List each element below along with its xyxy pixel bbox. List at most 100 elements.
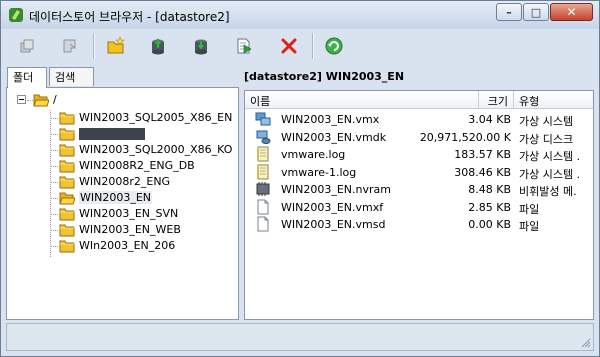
tree-root-label: / <box>53 93 57 106</box>
file-size: 20,971,520.00 K <box>419 130 511 144</box>
folder-icon <box>59 128 75 141</box>
tree-item[interactable]: WIN2003_SQL2000_X86_KO <box>35 142 235 158</box>
tree-item-label: WIN2003_EN_SVN <box>79 207 179 220</box>
download-button[interactable] <box>58 34 82 58</box>
file-type: 비휘발성 메. <box>519 185 577 198</box>
toolbar <box>6 29 594 65</box>
nvram-icon <box>256 182 270 196</box>
tree-item-label: WIN2003_EN <box>79 191 153 204</box>
folder-tree[interactable]: / WIN2003_SQL2005_X86_EN WIN2003_SQL2000_… <box>6 87 239 320</box>
tree-item[interactable]: WIN2003_EN <box>35 190 235 206</box>
status-bar <box>6 323 594 351</box>
tree-item-label: WIN2008r2_ENG <box>79 175 171 188</box>
folder-icon <box>59 208 75 221</box>
log-file-icon <box>257 146 269 162</box>
folder-icon <box>59 160 75 173</box>
download-from-datastore-icon <box>195 39 207 55</box>
folder-icon <box>59 224 75 237</box>
file-type: 파일 <box>519 220 540 233</box>
file-row[interactable]: WIN2003_EN.vmxf 2.85 KB 파일 <box>245 199 593 216</box>
file-type: 파일 <box>519 202 540 216</box>
toolbar-separator <box>93 33 95 59</box>
new-folder-button[interactable] <box>104 34 128 58</box>
download-from-datastore-button[interactable] <box>189 34 213 58</box>
datastore-browser-window: 데이터스토어 브라우저 - [datastore2] – □ ✕ 폴더 검색 /… <box>0 0 600 357</box>
close-icon: ✕ <box>566 5 577 19</box>
tree-item[interactable]: WIN2003_SQL2005_X86_EN <box>35 110 235 126</box>
file-list[interactable]: 이름 크기 유형 WIN2003_EN.vmx 3.04 KB 가상 시스템 WIN2… <box>244 90 594 320</box>
tab-folders[interactable]: 폴더 <box>7 67 47 88</box>
folder-icon <box>59 176 75 189</box>
file-size: 183.57 KB <box>454 148 511 161</box>
upload-icon <box>20 39 34 53</box>
column-name-label: 이름 <box>250 95 271 108</box>
tree-root[interactable]: / <box>17 92 217 108</box>
register-vm-icon <box>237 38 252 54</box>
file-row[interactable]: WIN2003_EN.vmx 3.04 KB 가상 시스템 <box>245 111 593 128</box>
file-type: 가상 시스템 . <box>519 150 581 163</box>
tree-item[interactable]: WIN2008r2_ENG <box>35 174 235 190</box>
file-row[interactable]: vmware.log 183.57 KB 가상 시스템 . <box>245 146 593 163</box>
file-row[interactable]: vmware-1.log 308.46 KB 가상 시스템 . <box>245 164 593 181</box>
log-file-icon <box>257 164 269 179</box>
file-type: 가상 시스템 . <box>519 167 581 181</box>
folder-icon <box>59 240 75 253</box>
resize-grip-icon[interactable] <box>581 338 591 348</box>
left-tabs: 폴더 검색 <box>6 67 239 88</box>
file-type: 가상 시스템 <box>519 115 574 128</box>
title-bar[interactable]: 데이터스토어 브라우저 - [datastore2] – □ ✕ <box>1 1 599 29</box>
tab-search[interactable]: 검색 <box>49 67 94 86</box>
tree-line <box>50 118 58 119</box>
upload-to-datastore-icon <box>152 38 164 55</box>
tree-item[interactable]: WIN2003_EN_SVN <box>35 206 235 222</box>
file-type: 가상 디스크 <box>519 132 574 146</box>
upload-to-datastore-button[interactable] <box>146 34 170 58</box>
collapse-icon <box>17 95 26 104</box>
tree-line <box>50 214 58 215</box>
file-row[interactable]: WIN2003_EN.vmsd 0.00 KB 파일 <box>245 216 593 233</box>
file-size: 2.85 KB <box>468 200 511 214</box>
tree-line <box>50 246 58 247</box>
column-header-size[interactable]: 크기 <box>479 91 514 109</box>
column-header-type[interactable]: 유형 <box>514 91 593 109</box>
tree-item-label: WIN2008R2_ENG_DB <box>79 159 195 172</box>
download-icon <box>63 39 76 53</box>
tree-item-label: WIN2003_SQL2000_X86_KO <box>79 143 233 156</box>
tab-folders-label: 폴더 <box>13 71 34 84</box>
path-header: [datastore2] WIN2003_EN <box>244 70 405 83</box>
file-icon <box>257 199 269 214</box>
delete-icon <box>281 38 297 54</box>
tree-item[interactable]: WIn2003_EN_206 <box>35 238 235 254</box>
tree-item[interactable]: WIN2008R2_ENG_DB <box>35 158 235 174</box>
maximize-button[interactable]: □ <box>523 3 549 21</box>
folder-open-icon <box>33 94 49 107</box>
vm-config-icon <box>255 112 271 126</box>
column-header-name[interactable]: 이름 <box>245 91 479 109</box>
redacted-label <box>79 128 145 140</box>
app-icon <box>9 8 23 22</box>
close-button[interactable]: ✕ <box>550 3 593 21</box>
refresh-button[interactable] <box>322 34 346 58</box>
tree-line <box>50 182 58 183</box>
maximize-icon: □ <box>530 5 542 19</box>
register-vm-button[interactable] <box>232 34 256 58</box>
folder-icon <box>59 112 75 125</box>
minimize-icon: – <box>506 5 512 19</box>
tree-item[interactable]: WIN2003_EN_WEB <box>35 222 235 238</box>
tree-item-redacted[interactable] <box>35 126 235 142</box>
column-size-label: 크기 <box>487 95 508 108</box>
upload-button[interactable] <box>15 34 39 58</box>
file-size: 3.04 KB <box>468 113 511 126</box>
file-icon <box>257 216 269 232</box>
column-type-label: 유형 <box>519 95 540 108</box>
tree-item-label: WIN2003_EN_WEB <box>79 223 181 236</box>
file-row[interactable]: WIN2003_EN.nvram 8.48 KB 비휘발성 메. <box>245 181 593 198</box>
virtual-disk-icon <box>256 130 271 144</box>
tree-line <box>50 198 58 199</box>
file-row[interactable]: WIN2003_EN.vmdk 20,971,520.00 K 가상 디스크 <box>245 129 593 146</box>
file-size: 308.46 KB <box>454 165 511 179</box>
minimize-button[interactable]: – <box>496 3 522 21</box>
tree-line <box>50 150 58 151</box>
folder-open-icon <box>59 192 75 205</box>
delete-button[interactable] <box>277 34 301 58</box>
